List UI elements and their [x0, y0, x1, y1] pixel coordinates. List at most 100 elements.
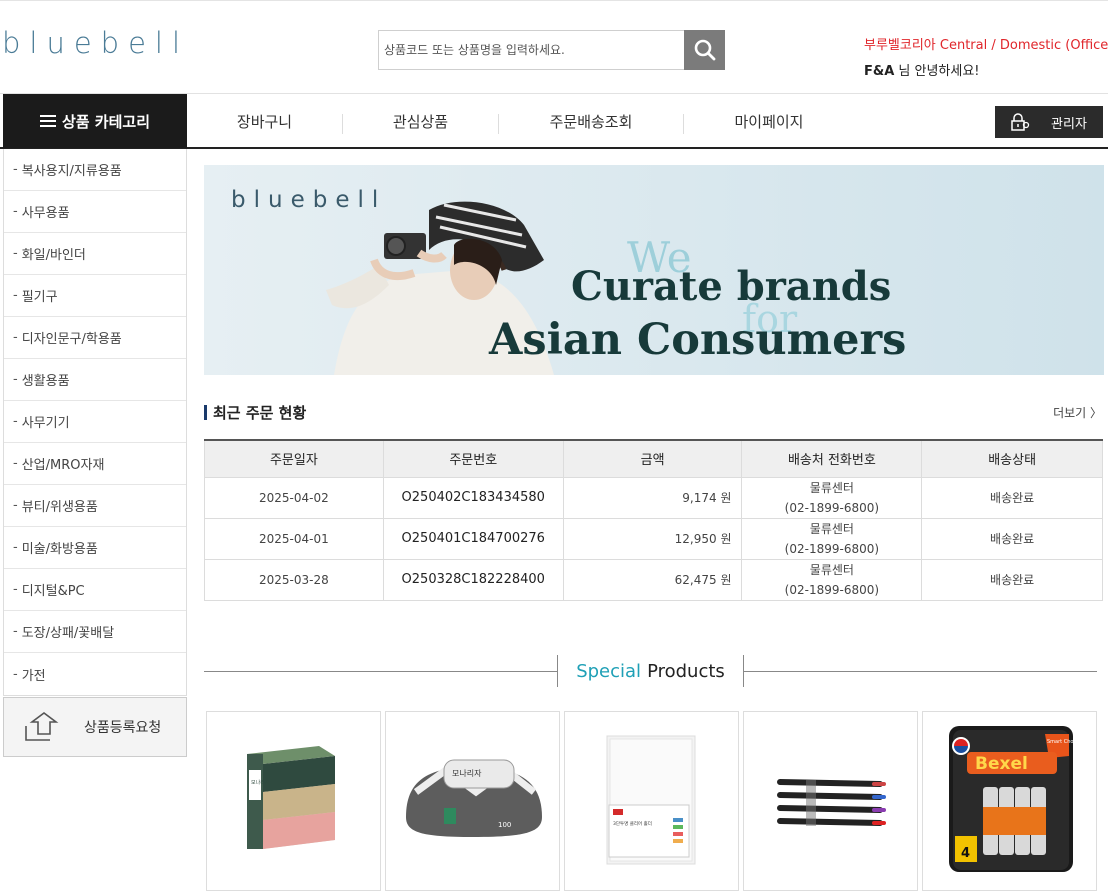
sidebar-item-label: 필기구 — [21, 290, 58, 305]
product-register-request-button[interactable]: 상품등록요청 — [3, 697, 187, 757]
greeting-text: 님 안녕하세요! — [894, 64, 980, 79]
order-amount: 12,950 원 — [562, 517, 743, 560]
product-card-wet-wipes[interactable]: 모나리자 100 — [385, 711, 560, 891]
sidebar-item-office-supplies[interactable]: - 사무용품 — [4, 191, 186, 233]
banner-logo: bluebell — [231, 187, 387, 213]
search-input[interactable] — [379, 31, 685, 69]
sidebar-item-industrial-mro[interactable]: - 산업/MRO자재 — [4, 443, 186, 485]
sidebar-item-digital-pc[interactable]: - 디지털&PC — [4, 569, 186, 611]
order-amount: 9,174 원 — [562, 476, 743, 519]
table-row[interactable]: 2025-03-28 O250328C182228400 62,475 원 물류… — [204, 558, 1103, 601]
bexel-battery-image: Smart Choice Bexel 4 — [949, 726, 1081, 872]
order-date: 2025-04-01 — [204, 517, 384, 560]
sidebar-item-label: 복사용지/지류용품 — [21, 164, 122, 179]
nav-cart[interactable]: 장바구니 — [187, 94, 342, 148]
category-menu-button[interactable]: 상품 카테고리 — [3, 94, 187, 148]
col-delivery-phone: 배송처 전화번호 — [741, 439, 923, 478]
order-number-link[interactable]: O250328C182228400 — [382, 558, 564, 601]
sidebar-item-household[interactable]: - 생활용품 — [4, 359, 186, 401]
file-label: 3단투명 클리어 홀더 — [613, 820, 652, 827]
product-card-ballpoint-pens[interactable] — [743, 711, 918, 891]
nav-wishlist[interactable]: 관심상품 — [343, 94, 498, 148]
sidebar-item-files-binders[interactable]: - 화일/바인더 — [4, 233, 186, 275]
sidebar-item-office-machines[interactable]: - 사무기기 — [4, 401, 186, 443]
hero-banner[interactable]: bluebell We Curate brands for Asian Cons… — [204, 165, 1104, 375]
sidebar-item-stamps-awards-flowers[interactable]: - 도장/상패/꽃배달 — [4, 611, 186, 653]
product-card-clear-file[interactable]: 3단투명 클리어 홀더 — [564, 711, 739, 891]
search-bar — [378, 30, 725, 70]
sidebar-item-copy-paper[interactable]: - 복사용지/지류용품 — [4, 149, 186, 191]
section-divider-right — [744, 671, 1097, 672]
delivery-place: 물류센터 — [809, 562, 854, 577]
user-info: 부루벨코리아 Central / Domestic (Office) F&A 님… — [864, 34, 1108, 79]
banner-headline-2: Asian Consumers — [489, 315, 907, 365]
user-name: F&A — [864, 64, 895, 79]
section-divider-left — [204, 671, 557, 672]
sidebar-item-label: 미술/화방용품 — [21, 542, 98, 557]
wipes-brand: 모나리자 — [452, 769, 482, 778]
wipes-count: 100 — [498, 821, 511, 829]
top-border — [0, 0, 1108, 3]
site-logo[interactable]: bluebell — [2, 26, 189, 60]
more-link[interactable]: 더보기 〉 — [1053, 404, 1102, 421]
heading-bar — [204, 405, 207, 420]
sidebar-item-label: 산업/MRO자재 — [21, 458, 105, 473]
sidebar-item-writing-tools[interactable]: - 필기구 — [4, 275, 186, 317]
main-nav: 상품 카테고리 장바구니 관심상품 주문배송조회 마이페이지 관리자 — [0, 93, 1108, 149]
table-row[interactable]: 2025-04-01 O250401C184700276 12,950 원 물류… — [204, 517, 1103, 560]
table-row[interactable]: 2025-04-02 O250402C183434580 9,174 원 물류센… — [204, 476, 1103, 519]
nav-mypage[interactable]: 마이페이지 — [684, 94, 854, 148]
sidebar-item-label: 생활용품 — [21, 374, 70, 389]
greeting: F&A 님 안녕하세요! — [864, 60, 1102, 79]
sidebar-item-label: 뷰티/위생용품 — [21, 500, 98, 515]
search-icon — [694, 39, 715, 61]
wet-wipes-image: 모나리자 100 — [406, 759, 542, 837]
ballpoint-pens-image — [777, 779, 886, 826]
delivery-contact: 물류센터 (02-1899-6800) — [741, 517, 923, 560]
category-menu-label: 상품 카테고리 — [61, 112, 151, 131]
banner-headline-1: Curate brands — [571, 263, 892, 310]
sidebar-item-design-stationery[interactable]: - 디자인문구/학용품 — [4, 317, 186, 359]
col-amount: 금액 — [562, 439, 743, 478]
admin-button[interactable]: 관리자 — [995, 106, 1103, 138]
col-delivery-status: 배송상태 — [921, 439, 1103, 478]
battery-tag: Smart Choice — [1047, 739, 1081, 745]
table-header-row: 주문일자 주문번호 금액 배송처 전화번호 배송상태 — [204, 439, 1103, 478]
col-order-date: 주문일자 — [204, 439, 384, 478]
sidebar-item-label: 도장/상패/꽃배달 — [21, 626, 115, 641]
tissue-box-image: 모나리자 — [247, 746, 335, 849]
sidebar-item-appliances[interactable]: - 가전 — [4, 653, 186, 695]
recent-orders-title: 최근 주문 현황 — [213, 404, 307, 422]
delivery-phone: (02-1899-6800) — [784, 582, 880, 597]
delivery-contact: 물류센터 (02-1899-6800) — [741, 476, 923, 519]
recent-orders-heading: 최근 주문 현황 — [204, 402, 306, 423]
admin-label: 관리자 — [1051, 116, 1087, 132]
products-word: Products — [647, 660, 725, 682]
nav-order-tracking[interactable]: 주문배송조회 — [499, 94, 683, 148]
sidebar-item-label: 화일/바인더 — [21, 248, 86, 263]
sidebar-item-label: 가전 — [21, 668, 46, 684]
delivery-place: 물류센터 — [809, 480, 854, 495]
clear-file-image: 3단투명 클리어 홀더 — [606, 735, 696, 865]
order-date: 2025-03-28 — [204, 558, 384, 601]
sidebar-item-label: 디자인문구/학용품 — [21, 332, 122, 347]
product-card-battery[interactable]: Smart Choice Bexel 4 — [922, 711, 1097, 891]
sidebar-item-label: 디지털&PC — [21, 584, 85, 599]
delivery-status: 배송완료 — [921, 558, 1103, 601]
delivery-place: 물류센터 — [809, 521, 854, 536]
tissue-brand: 모나리자 — [251, 779, 270, 786]
search-button[interactable] — [684, 30, 725, 70]
upload-icon — [25, 712, 59, 741]
order-number-link[interactable]: O250401C184700276 — [382, 517, 564, 560]
delivery-status: 배송완료 — [921, 517, 1103, 560]
admin-lock-icon — [1011, 113, 1030, 131]
order-amount: 62,475 원 — [562, 558, 743, 601]
battery-pack-count: 4 — [961, 846, 970, 861]
sidebar-item-beauty-hygiene[interactable]: - 뷰티/위생용품 — [4, 485, 186, 527]
hamburger-icon — [39, 115, 56, 127]
sidebar-item-art-supplies[interactable]: - 미술/화방용품 — [4, 527, 186, 569]
special-word: Special — [576, 660, 642, 682]
col-order-number: 주문번호 — [382, 439, 564, 478]
order-number-link[interactable]: O250402C183434580 — [382, 476, 564, 519]
product-card-tissue[interactable]: 모나리자 — [206, 711, 381, 891]
